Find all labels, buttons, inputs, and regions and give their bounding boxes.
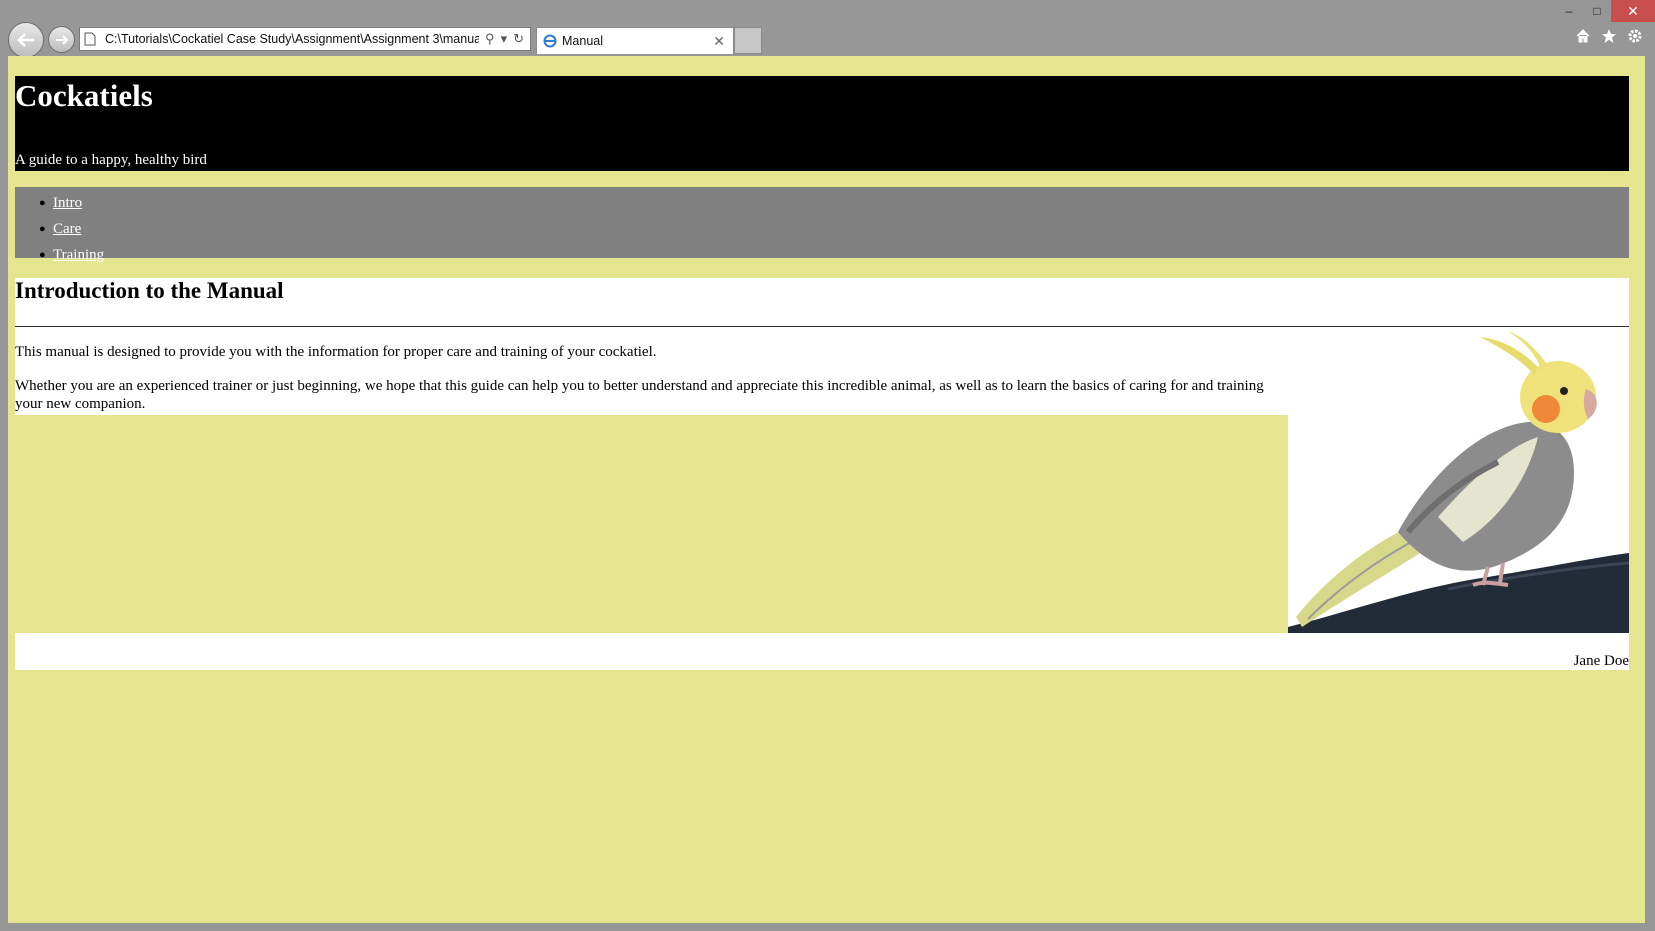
nav-item-intro: ● Intro [39,194,83,212]
intro-paragraph-1: This manual is designed to provide you w… [15,344,657,360]
close-tab-icon[interactable]: ✕ [713,33,725,50]
page-icon [84,32,102,46]
site-footer: Jane Doe [15,633,1629,670]
section-heading: Introduction to the Manual [15,278,284,303]
site-navigation: ● Intro ● Care ● Training [15,187,1629,263]
nav-link-training[interactable]: Training [53,247,104,264]
ie-logo-icon [543,34,557,48]
nav-link-care[interactable]: Care [53,221,81,238]
site-header: Cockatiels A guide to a happy, healthy b… [15,76,1629,171]
maximize-button[interactable]: □ [1583,0,1611,22]
intro-text: This manual is designed to provide you w… [15,327,1288,415]
home-icon[interactable] [1575,28,1591,44]
refresh-icon[interactable]: ↻ [513,31,524,47]
nav-link-intro[interactable]: Intro [53,195,82,212]
footer-author: Jane Doe [1573,653,1629,669]
forward-arrow-icon [55,34,68,45]
browser-chrome: – □ ✕ C:\Tutorials\Cockatiel Case Study\… [0,0,1655,58]
address-bar[interactable]: C:\Tutorials\Cockatiel Case Study\Assign… [79,27,531,51]
page-viewport: Cockatiels A guide to a happy, healthy b… [8,56,1645,923]
site-title: Cockatiels [15,78,153,113]
nav-item-training: ● Training [39,246,105,264]
close-window-button[interactable]: ✕ [1611,0,1655,22]
back-button[interactable] [8,22,44,58]
forward-button[interactable] [48,26,75,53]
minimize-button[interactable]: – [1555,0,1583,22]
search-icon[interactable]: ⚲ [485,31,495,47]
section-header: Introduction to the Manual [15,278,1629,327]
nav-item-care: ● Care [39,220,82,238]
window-controls: – □ ✕ [1555,0,1655,22]
new-tab-button[interactable] [734,27,762,54]
favorites-star-icon[interactable] [1601,28,1617,44]
cockatiel-illustration [1288,327,1629,633]
tab-title: Manual [562,34,603,48]
address-text[interactable]: C:\Tutorials\Cockatiel Case Study\Assign… [105,32,479,46]
intro-paragraph-2: Whether you are an experienced trainer o… [15,378,1264,412]
section-body: This manual is designed to provide you w… [15,327,1288,632]
settings-gear-icon[interactable] [1627,28,1643,44]
page-content: Cockatiels A guide to a happy, healthy b… [15,76,1629,670]
tab-manual[interactable]: Manual ✕ [536,27,734,54]
site-tagline: A guide to a happy, healthy bird [15,152,207,168]
chevron-down-icon[interactable]: ▾ [501,31,508,47]
intro-section: Introduction to the Manual This manual i… [15,278,1629,633]
cockatiel-image [1288,327,1629,633]
back-arrow-icon [17,33,34,47]
